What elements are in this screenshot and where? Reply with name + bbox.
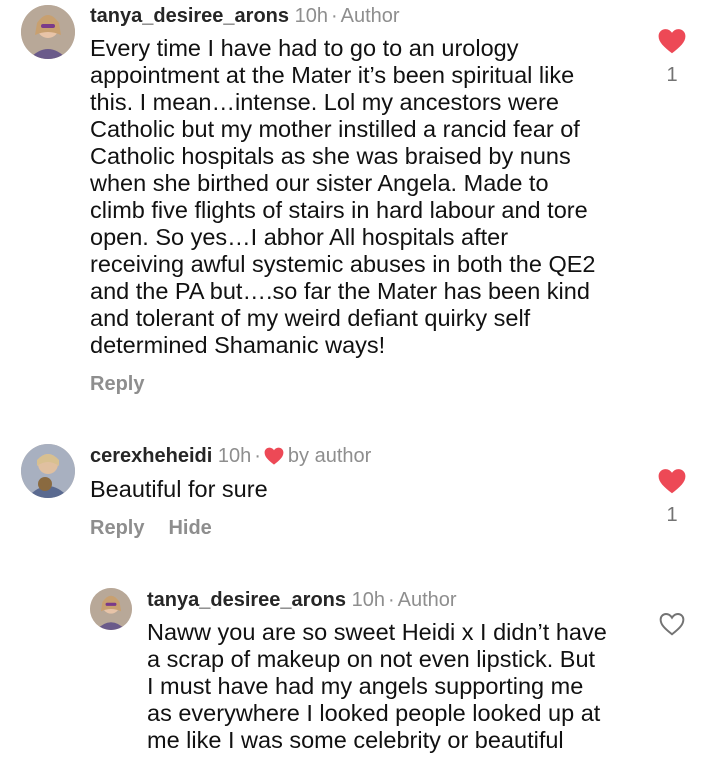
timestamp: 10h (294, 5, 328, 27)
comment-line: me like I was some celebrity or beautifu… (147, 727, 564, 753)
comment-line: Catholic but my mother instilled a ranci… (90, 116, 580, 142)
comment-line: Catholic hospitals as she was braised by… (90, 143, 571, 169)
comment-line: this. I mean…intense. Lol my ancestors w… (90, 89, 559, 115)
reply-button[interactable]: Reply (90, 373, 144, 395)
heart-filled-icon[interactable] (658, 28, 686, 54)
like-control: 1 (652, 28, 692, 87)
comment-2: cerexheheidi 10h · by author Beautiful for… (0, 440, 720, 550)
comment-line: as everywhere I looked people looked up … (147, 700, 601, 726)
comment-actions: Reply Hide (90, 516, 236, 540)
timestamp: 10h (217, 445, 252, 467)
comment-line: climb five flights of stairs in hard lab… (90, 197, 588, 223)
separator-dot: · (387, 589, 395, 611)
like-count[interactable]: 1 (652, 64, 692, 87)
heart-outline-icon[interactable] (659, 612, 685, 636)
hide-button[interactable]: Hide (168, 517, 211, 539)
heart-mini-icon (264, 447, 284, 465)
username[interactable]: tanya_desiree_arons (90, 5, 289, 27)
reply-button[interactable]: Reply (90, 517, 144, 539)
comment-line: a scrap of makeup on not even lipstick. … (147, 646, 596, 672)
comment-line: receiving awful systemic abuses in both … (90, 251, 596, 277)
avatar[interactable] (90, 588, 132, 630)
like-control (652, 612, 692, 636)
avatar[interactable] (21, 444, 75, 498)
username[interactable]: cerexheheidi (90, 445, 212, 467)
comment-line: and tolerant of my weird defiant quirky … (90, 305, 531, 331)
comment-line: open. So yes…I abhor All hospitals after (90, 224, 509, 250)
comment-1: tanya_desiree_arons 10h · Author Every tim… (0, 0, 720, 410)
separator-dot: · (254, 445, 261, 467)
comment-line: Every time I have had to go to an urolog… (90, 35, 519, 61)
comment-line: I must have had my angels supporting me (147, 673, 584, 699)
comment-text: Naww you are so sweet Heidi x I didn’t h… (147, 619, 607, 754)
comment-line: Naww you are so sweet Heidi x I didn’t h… (147, 619, 607, 645)
like-count[interactable]: 1 (652, 504, 692, 527)
comment-text: Beautiful for sure (90, 476, 268, 503)
comment-meta: tanya_desiree_arons 10h · Author (90, 4, 400, 28)
comment-line: appointment at the Mater it’s been spiri… (90, 62, 575, 88)
comment-meta: cerexheheidi 10h · by author (90, 444, 371, 468)
like-control: 1 (652, 468, 692, 527)
comment-line: when she birthed our sister Angela. Made… (90, 170, 549, 196)
comment-meta: tanya_desiree_arons 10h · Author (147, 588, 457, 612)
author-badge: Author (397, 589, 457, 611)
comment-line: and the PA but….so far the Mater has bee… (90, 278, 590, 304)
username[interactable]: tanya_desiree_arons (147, 589, 346, 611)
separator-dot: · (330, 5, 338, 27)
comment-actions: Reply (90, 372, 168, 396)
comment-line: determined Shamanic ways! (90, 332, 386, 358)
comment-text: Every time I have had to go to an urolog… (90, 35, 596, 359)
liked-by-author-label: by author (287, 445, 372, 467)
timestamp: 10h (351, 589, 385, 611)
comment-line: Beautiful for sure (90, 476, 268, 502)
reply-comment: tanya_desiree_arons 10h · Author Naww you … (0, 580, 720, 760)
heart-filled-icon[interactable] (658, 468, 686, 494)
author-badge: Author (340, 5, 400, 27)
avatar[interactable] (21, 5, 75, 59)
